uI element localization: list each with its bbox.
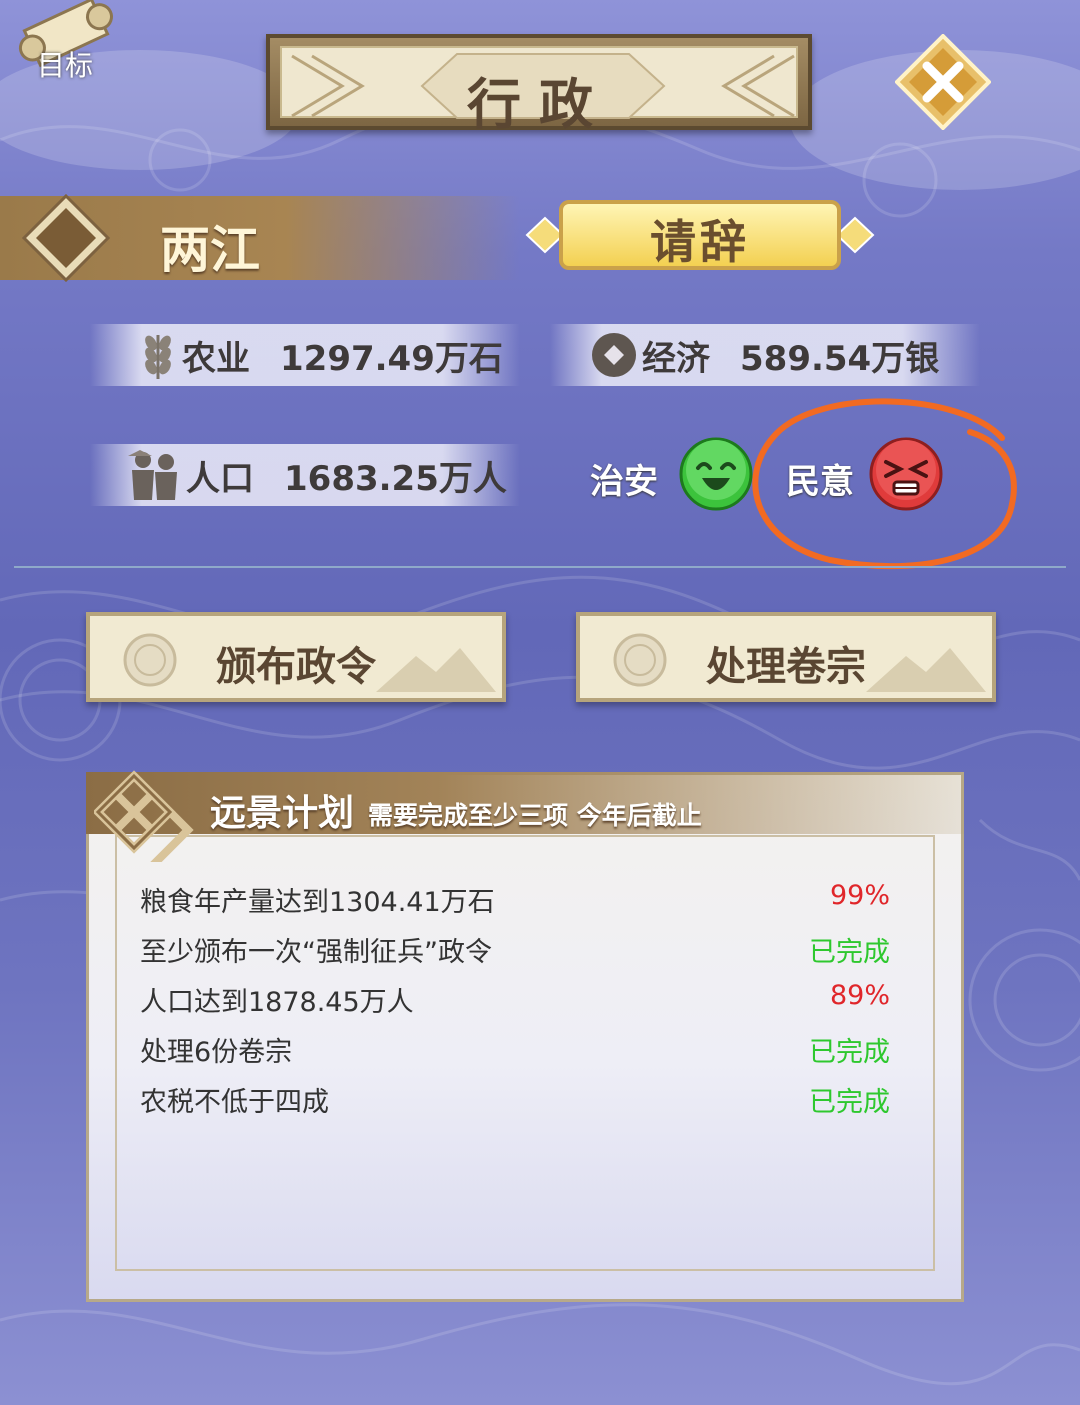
agriculture-label: 农业 (182, 338, 250, 379)
task-text: 至少颁布一次“强制征兵”政令 (140, 937, 492, 968)
process-cases-label: 处理卷宗 (706, 644, 866, 690)
region-name: 两江 (160, 221, 260, 279)
goal-button[interactable]: 目标 (10, 0, 120, 88)
region-emblem (21, 193, 111, 283)
agriculture-value: 1297.49万石 (280, 338, 503, 379)
economy-label: 经济 (642, 338, 710, 379)
close-icon (894, 33, 992, 131)
title-plaque: 行政 (266, 34, 812, 136)
process-cases-button[interactable]: 处理卷宗 (576, 612, 996, 702)
issue-edict-button[interactable]: 颁布政令 (86, 612, 506, 702)
task-row: 处理6份卷宗 已完成 (140, 1030, 890, 1080)
population-stat: 人口 1683.25万人 (90, 444, 520, 506)
task-row: 农税不低于四成 已完成 (140, 1080, 890, 1130)
population-value: 1683.25万人 (284, 458, 507, 499)
task-status: 99% (829, 880, 890, 911)
task-row: 至少颁布一次“强制征兵”政令 已完成 (140, 930, 890, 980)
people-icon (128, 450, 177, 500)
close-button[interactable] (894, 33, 992, 131)
economy-stat: 经济 589.54万银 (550, 324, 980, 386)
wheat-icon (145, 335, 171, 379)
task-row: 粮食年产量达到1304.41万石 99% (140, 880, 890, 930)
task-row: 人口达到1878.45万人 89% (140, 980, 890, 1030)
task-status: 89% (829, 980, 890, 1011)
task-status: 已完成 (809, 937, 890, 968)
section-divider (14, 566, 1066, 568)
task-status: 已完成 (809, 1037, 890, 1068)
issue-edict-label: 颁布政令 (216, 644, 376, 690)
agriculture-stat: 农业 1297.49万石 (90, 324, 520, 386)
security-label: 治安 (590, 462, 658, 502)
vision-plan-subtitle: 需要完成至少三项 今年后截止 (368, 801, 702, 830)
coin-icon (592, 333, 636, 377)
task-text: 农税不低于四成 (140, 1087, 329, 1118)
economy-value: 589.54万银 (740, 338, 940, 379)
task-text: 人口达到1878.45万人 (140, 987, 414, 1018)
resign-label: 请辞 (650, 215, 750, 269)
goal-label: 目标 (36, 49, 93, 82)
population-label: 人口 (186, 458, 254, 499)
resign-button[interactable]: 请辞 (525, 196, 875, 274)
annotation-circle (740, 392, 1030, 572)
page-title: 行政 (467, 72, 611, 136)
vision-plan-title: 远景计划 (210, 793, 355, 834)
task-text: 粮食年产量达到1304.41万石 (140, 887, 495, 918)
task-text: 处理6份卷宗 (140, 1037, 293, 1068)
task-status: 已完成 (809, 1087, 890, 1118)
knot-icon (92, 770, 224, 869)
